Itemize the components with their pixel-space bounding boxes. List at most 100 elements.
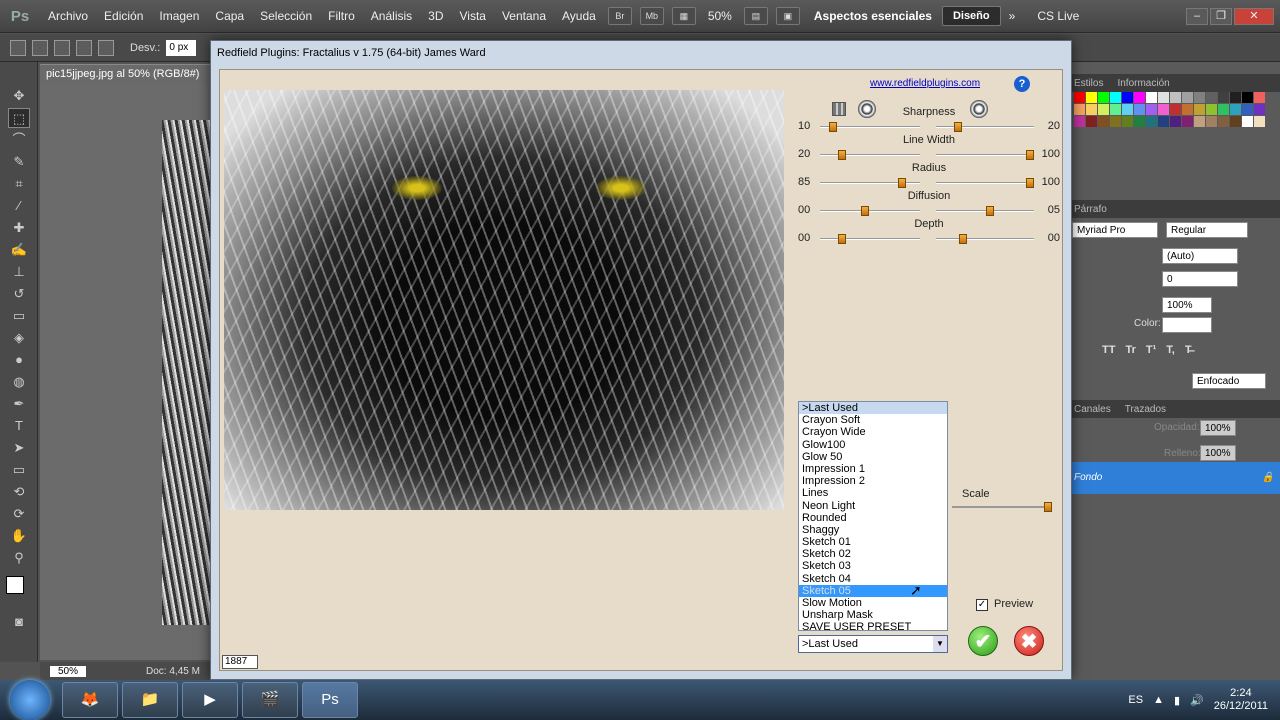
slider-thumb-right[interactable]: [1026, 150, 1034, 160]
language-indicator[interactable]: ES: [1128, 694, 1143, 706]
swatch[interactable]: [1110, 104, 1121, 115]
preset-item[interactable]: Rounded: [799, 512, 947, 524]
dodge-tool-icon[interactable]: ◍: [8, 372, 30, 392]
swatch[interactable]: [1086, 104, 1097, 115]
add-selection-icon[interactable]: [54, 39, 70, 56]
type-tool-icon[interactable]: T: [8, 416, 30, 436]
pen-tool-icon[interactable]: ✒: [8, 394, 30, 414]
workspace-design[interactable]: Diseño: [941, 6, 1001, 26]
swatch[interactable]: [1158, 104, 1169, 115]
menu-3d[interactable]: 3D: [420, 9, 451, 23]
preset-item[interactable]: Sketch 03: [799, 560, 947, 572]
bucket-tool-icon[interactable]: ◈: [8, 328, 30, 348]
scale-slider[interactable]: [952, 502, 1052, 512]
type-style-buttons[interactable]: TT Tr T¹ T, T̶: [1102, 344, 1192, 356]
menu-filtro[interactable]: Filtro: [320, 9, 363, 23]
marquee-tool-icon[interactable]: ⬚: [8, 108, 30, 128]
marquee-preset-icon[interactable]: [10, 39, 26, 56]
chevron-down-icon[interactable]: ▼: [933, 636, 947, 652]
swatch[interactable]: [1110, 116, 1121, 127]
tab-trazados[interactable]: Trazados: [1125, 404, 1166, 415]
preset-item[interactable]: Impression 1: [799, 463, 947, 475]
swatch[interactable]: [1230, 116, 1241, 127]
preset-item[interactable]: Crayon Wide: [799, 426, 947, 438]
minimize-icon[interactable]: –: [1186, 7, 1208, 25]
swatch[interactable]: [1194, 104, 1205, 115]
swatch[interactable]: [1146, 116, 1157, 127]
swatch[interactable]: [1122, 104, 1133, 115]
network-icon[interactable]: ▮: [1174, 694, 1180, 707]
slider-track-left[interactable]: [820, 206, 920, 216]
fill-input[interactable]: 100%: [1200, 445, 1236, 461]
preset-item[interactable]: Neon Light: [799, 500, 947, 512]
feather-input[interactable]: 0 px: [166, 39, 197, 56]
preset-item[interactable]: >Last Used: [799, 402, 947, 415]
swatch[interactable]: [1206, 116, 1217, 127]
swatches-grid[interactable]: [1074, 92, 1265, 158]
swatch[interactable]: [1170, 104, 1181, 115]
swatch[interactable]: [1182, 104, 1193, 115]
arrange-docs-button[interactable]: ▤: [743, 7, 768, 25]
slider-track-right[interactable]: [936, 234, 1034, 244]
preset-item[interactable]: Sketch 02: [799, 548, 947, 560]
menu-capa[interactable]: Capa: [207, 9, 252, 23]
menu-ayuda[interactable]: Ayuda: [554, 9, 604, 23]
move-tool-icon[interactable]: ✥: [8, 86, 30, 106]
brush-tool-icon[interactable]: ✍: [8, 240, 30, 260]
firefox-icon[interactable]: 🦊: [62, 682, 118, 718]
screen-mode-button[interactable]: ▣: [775, 7, 800, 25]
swatch[interactable]: [1182, 116, 1193, 127]
menu-seleccion[interactable]: Selección: [252, 9, 320, 23]
menu-analisis[interactable]: Análisis: [363, 9, 420, 23]
preset-item[interactable]: Glow100: [799, 439, 947, 451]
slider-track-left[interactable]: [820, 234, 920, 244]
swatch[interactable]: [1230, 104, 1241, 115]
quick-select-tool-icon[interactable]: ✎: [8, 152, 30, 172]
font-family-select[interactable]: Myriad Pro: [1072, 222, 1158, 238]
preset-dropdown-list[interactable]: >Last Used Crayon Soft Crayon Wide Glow100 G…: [798, 401, 948, 633]
zoom-tool-icon[interactable]: ⚲: [8, 548, 30, 568]
layer-row[interactable]: Fondo 🔒: [1068, 462, 1280, 494]
swatch[interactable]: [1086, 92, 1097, 103]
swatch[interactable]: [1074, 92, 1085, 103]
slider-track-left[interactable]: [820, 150, 920, 160]
explorer-icon[interactable]: 📁: [122, 682, 178, 718]
leading-select[interactable]: (Auto): [1162, 248, 1238, 264]
menu-archivo[interactable]: Archivo: [40, 9, 96, 23]
film-icon[interactable]: 🎬: [242, 682, 298, 718]
tray-arrow-icon[interactable]: ▲: [1153, 694, 1164, 706]
stamp-tool-icon[interactable]: ⊥: [8, 262, 30, 282]
cslive-button[interactable]: CS Live: [1037, 9, 1079, 23]
slider-track-right[interactable]: [936, 150, 1034, 160]
slider-thumb-left[interactable]: [829, 122, 838, 132]
preset-item[interactable]: Sketch 01: [799, 536, 947, 548]
menu-vista[interactable]: Vista: [452, 9, 494, 23]
swatch[interactable]: [1254, 116, 1265, 127]
swatch[interactable]: [1098, 92, 1109, 103]
slider-track-left[interactable]: [820, 122, 920, 132]
intersect-selection-icon[interactable]: [98, 39, 114, 56]
swatch[interactable]: [1242, 104, 1253, 115]
slider-thumb-left[interactable]: [838, 150, 847, 160]
preset-item[interactable]: Glow 50: [799, 451, 947, 463]
slider-thumb-left[interactable]: [898, 178, 907, 188]
help-icon[interactable]: ?: [1014, 76, 1030, 92]
swatch[interactable]: [1218, 104, 1229, 115]
preset-item[interactable]: Lines: [799, 487, 947, 499]
swatch[interactable]: [1230, 92, 1241, 103]
swatch[interactable]: [1158, 92, 1169, 103]
menu-ventana[interactable]: Ventana: [494, 9, 554, 23]
swatch[interactable]: [1134, 104, 1145, 115]
preset-item[interactable]: Sketch 04: [799, 573, 947, 585]
swatch[interactable]: [1218, 92, 1229, 103]
media-player-icon[interactable]: ▶: [182, 682, 238, 718]
preset-item[interactable]: Unsharp Mask: [799, 609, 947, 621]
tab-parrafo[interactable]: Párrafo: [1074, 204, 1107, 215]
swatch[interactable]: [1170, 116, 1181, 127]
new-selection-icon[interactable]: [32, 39, 48, 56]
swatch[interactable]: [1194, 116, 1205, 127]
swatch[interactable]: [1194, 92, 1205, 103]
photoshop-icon[interactable]: Ps: [302, 682, 358, 718]
slider-track-right[interactable]: [936, 178, 1034, 188]
swatch[interactable]: [1074, 116, 1085, 127]
